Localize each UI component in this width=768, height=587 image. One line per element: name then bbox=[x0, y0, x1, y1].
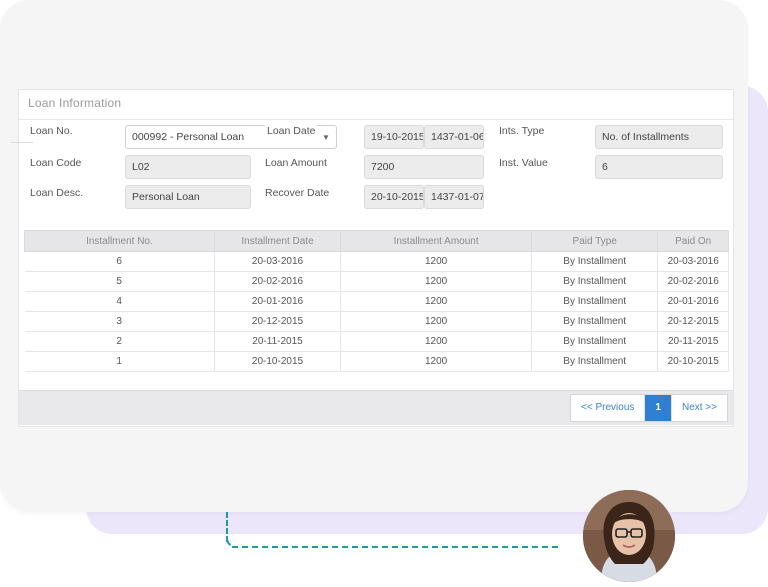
cell-installment-no: 5 bbox=[24, 271, 215, 292]
loan-desc-field[interactable]: Personal Loan bbox=[125, 185, 251, 209]
screen-card: Loan Information Loan No. 000992 - Perso… bbox=[0, 0, 748, 512]
cell-installment-amount: 1200 bbox=[340, 251, 533, 272]
cell-installment-amount: 1200 bbox=[340, 331, 533, 352]
column-header-paid-on[interactable]: Paid On bbox=[657, 230, 729, 252]
title-divider bbox=[19, 119, 733, 120]
cell-installment-date: 20-12-2015 bbox=[214, 311, 342, 332]
loan-date-hijri-field[interactable]: 1437-01-06 bbox=[424, 125, 484, 149]
ints-type-label: Ints. Type bbox=[499, 125, 545, 137]
cell-paid-on: 20-12-2015 bbox=[657, 311, 729, 332]
panel-title: Loan Information bbox=[28, 96, 122, 110]
loan-code-label: Loan Code bbox=[30, 157, 82, 169]
recover-date-hijri-field[interactable]: 1437-01-07 bbox=[424, 185, 484, 209]
cell-installment-date: 20-02-2016 bbox=[214, 271, 342, 292]
loan-amount-field[interactable]: 7200 bbox=[364, 155, 484, 179]
cell-paid-type: By Installment bbox=[531, 351, 659, 372]
next-page-button[interactable]: Next >> bbox=[670, 395, 727, 421]
loan-no-label: Loan No. bbox=[30, 125, 73, 137]
recover-date-gregorian-field[interactable]: 20-10-2015 bbox=[364, 185, 424, 209]
loan-date-label: Loan Date bbox=[265, 125, 318, 137]
user-avatar bbox=[583, 490, 675, 582]
page-1-button[interactable]: 1 bbox=[645, 395, 671, 421]
cell-installment-date: 20-03-2016 bbox=[214, 251, 342, 272]
divider-stub bbox=[11, 142, 33, 143]
loan-no-value: 000992 - Personal Loan bbox=[132, 131, 245, 143]
loan-desc-label: Loan Desc. bbox=[30, 187, 84, 199]
table-row[interactable]: 3 20-12-2015 1200 By Installment 20-12-2… bbox=[24, 311, 729, 332]
cell-installment-no: 3 bbox=[24, 311, 215, 332]
table-row[interactable]: 4 20-01-2016 1200 By Installment 20-01-2… bbox=[24, 291, 729, 312]
cell-paid-on: 20-11-2015 bbox=[657, 331, 729, 352]
inst-value-field[interactable]: 6 bbox=[595, 155, 723, 179]
cell-installment-amount: 1200 bbox=[340, 351, 533, 372]
table-header-row: Installment No. Installment Date Install… bbox=[24, 230, 729, 252]
table-row[interactable]: 6 20-03-2016 1200 By Installment 20-03-2… bbox=[24, 251, 729, 272]
table-row[interactable]: 5 20-02-2016 1200 By Installment 20-02-2… bbox=[24, 271, 729, 292]
column-header-installment-date[interactable]: Installment Date bbox=[213, 230, 342, 252]
cell-paid-on: 20-03-2016 bbox=[657, 251, 729, 272]
cell-paid-type: By Installment bbox=[531, 311, 659, 332]
loan-information-panel: Loan Information Loan No. 000992 - Perso… bbox=[11, 89, 734, 427]
avatar-portrait-icon bbox=[583, 490, 675, 582]
pagination-bar: << Previous 1 Next >> bbox=[19, 390, 733, 425]
loan-amount-label: Loan Amount bbox=[265, 157, 327, 169]
connector-line-horizontal bbox=[232, 546, 558, 548]
inst-value-label: Inst. Value bbox=[499, 157, 548, 169]
cell-paid-type: By Installment bbox=[531, 331, 659, 352]
cell-installment-no: 1 bbox=[24, 351, 215, 372]
cell-paid-on: 20-01-2016 bbox=[657, 291, 729, 312]
previous-page-button[interactable]: << Previous bbox=[571, 395, 646, 421]
cell-installment-date: 20-01-2016 bbox=[214, 291, 342, 312]
cell-installment-no: 6 bbox=[24, 251, 215, 272]
column-header-installment-no[interactable]: Installment No. bbox=[24, 230, 215, 252]
column-header-paid-type[interactable]: Paid Type bbox=[531, 230, 659, 252]
cell-installment-date: 20-10-2015 bbox=[214, 351, 342, 372]
cell-installment-no: 2 bbox=[24, 331, 215, 352]
loan-code-field[interactable]: L02 bbox=[125, 155, 251, 179]
cell-paid-on: 20-02-2016 bbox=[657, 271, 729, 292]
cell-installment-amount: 1200 bbox=[340, 271, 533, 292]
cell-installment-amount: 1200 bbox=[340, 311, 533, 332]
cell-installment-amount: 1200 bbox=[340, 291, 533, 312]
cell-installment-date: 20-11-2015 bbox=[214, 331, 342, 352]
cell-installment-no: 4 bbox=[24, 291, 215, 312]
table-row[interactable]: 2 20-11-2015 1200 By Installment 20-11-2… bbox=[24, 331, 729, 352]
cell-paid-type: By Installment bbox=[531, 291, 659, 312]
recover-date-label: Recover Date bbox=[265, 187, 330, 199]
column-header-installment-amount[interactable]: Installment Amount bbox=[340, 230, 533, 252]
ints-type-field[interactable]: No. of Installments bbox=[595, 125, 723, 149]
installments-table: Installment No. Installment Date Install… bbox=[24, 230, 729, 372]
cell-paid-type: By Installment bbox=[531, 251, 659, 272]
loan-date-gregorian-field[interactable]: 19-10-2015 bbox=[364, 125, 424, 149]
cell-paid-type: By Installment bbox=[531, 271, 659, 292]
cell-paid-on: 20-10-2015 bbox=[657, 351, 729, 372]
table-row[interactable]: 1 20-10-2015 1200 By Installment 20-10-2… bbox=[24, 351, 729, 372]
pagination: << Previous 1 Next >> bbox=[570, 394, 728, 422]
